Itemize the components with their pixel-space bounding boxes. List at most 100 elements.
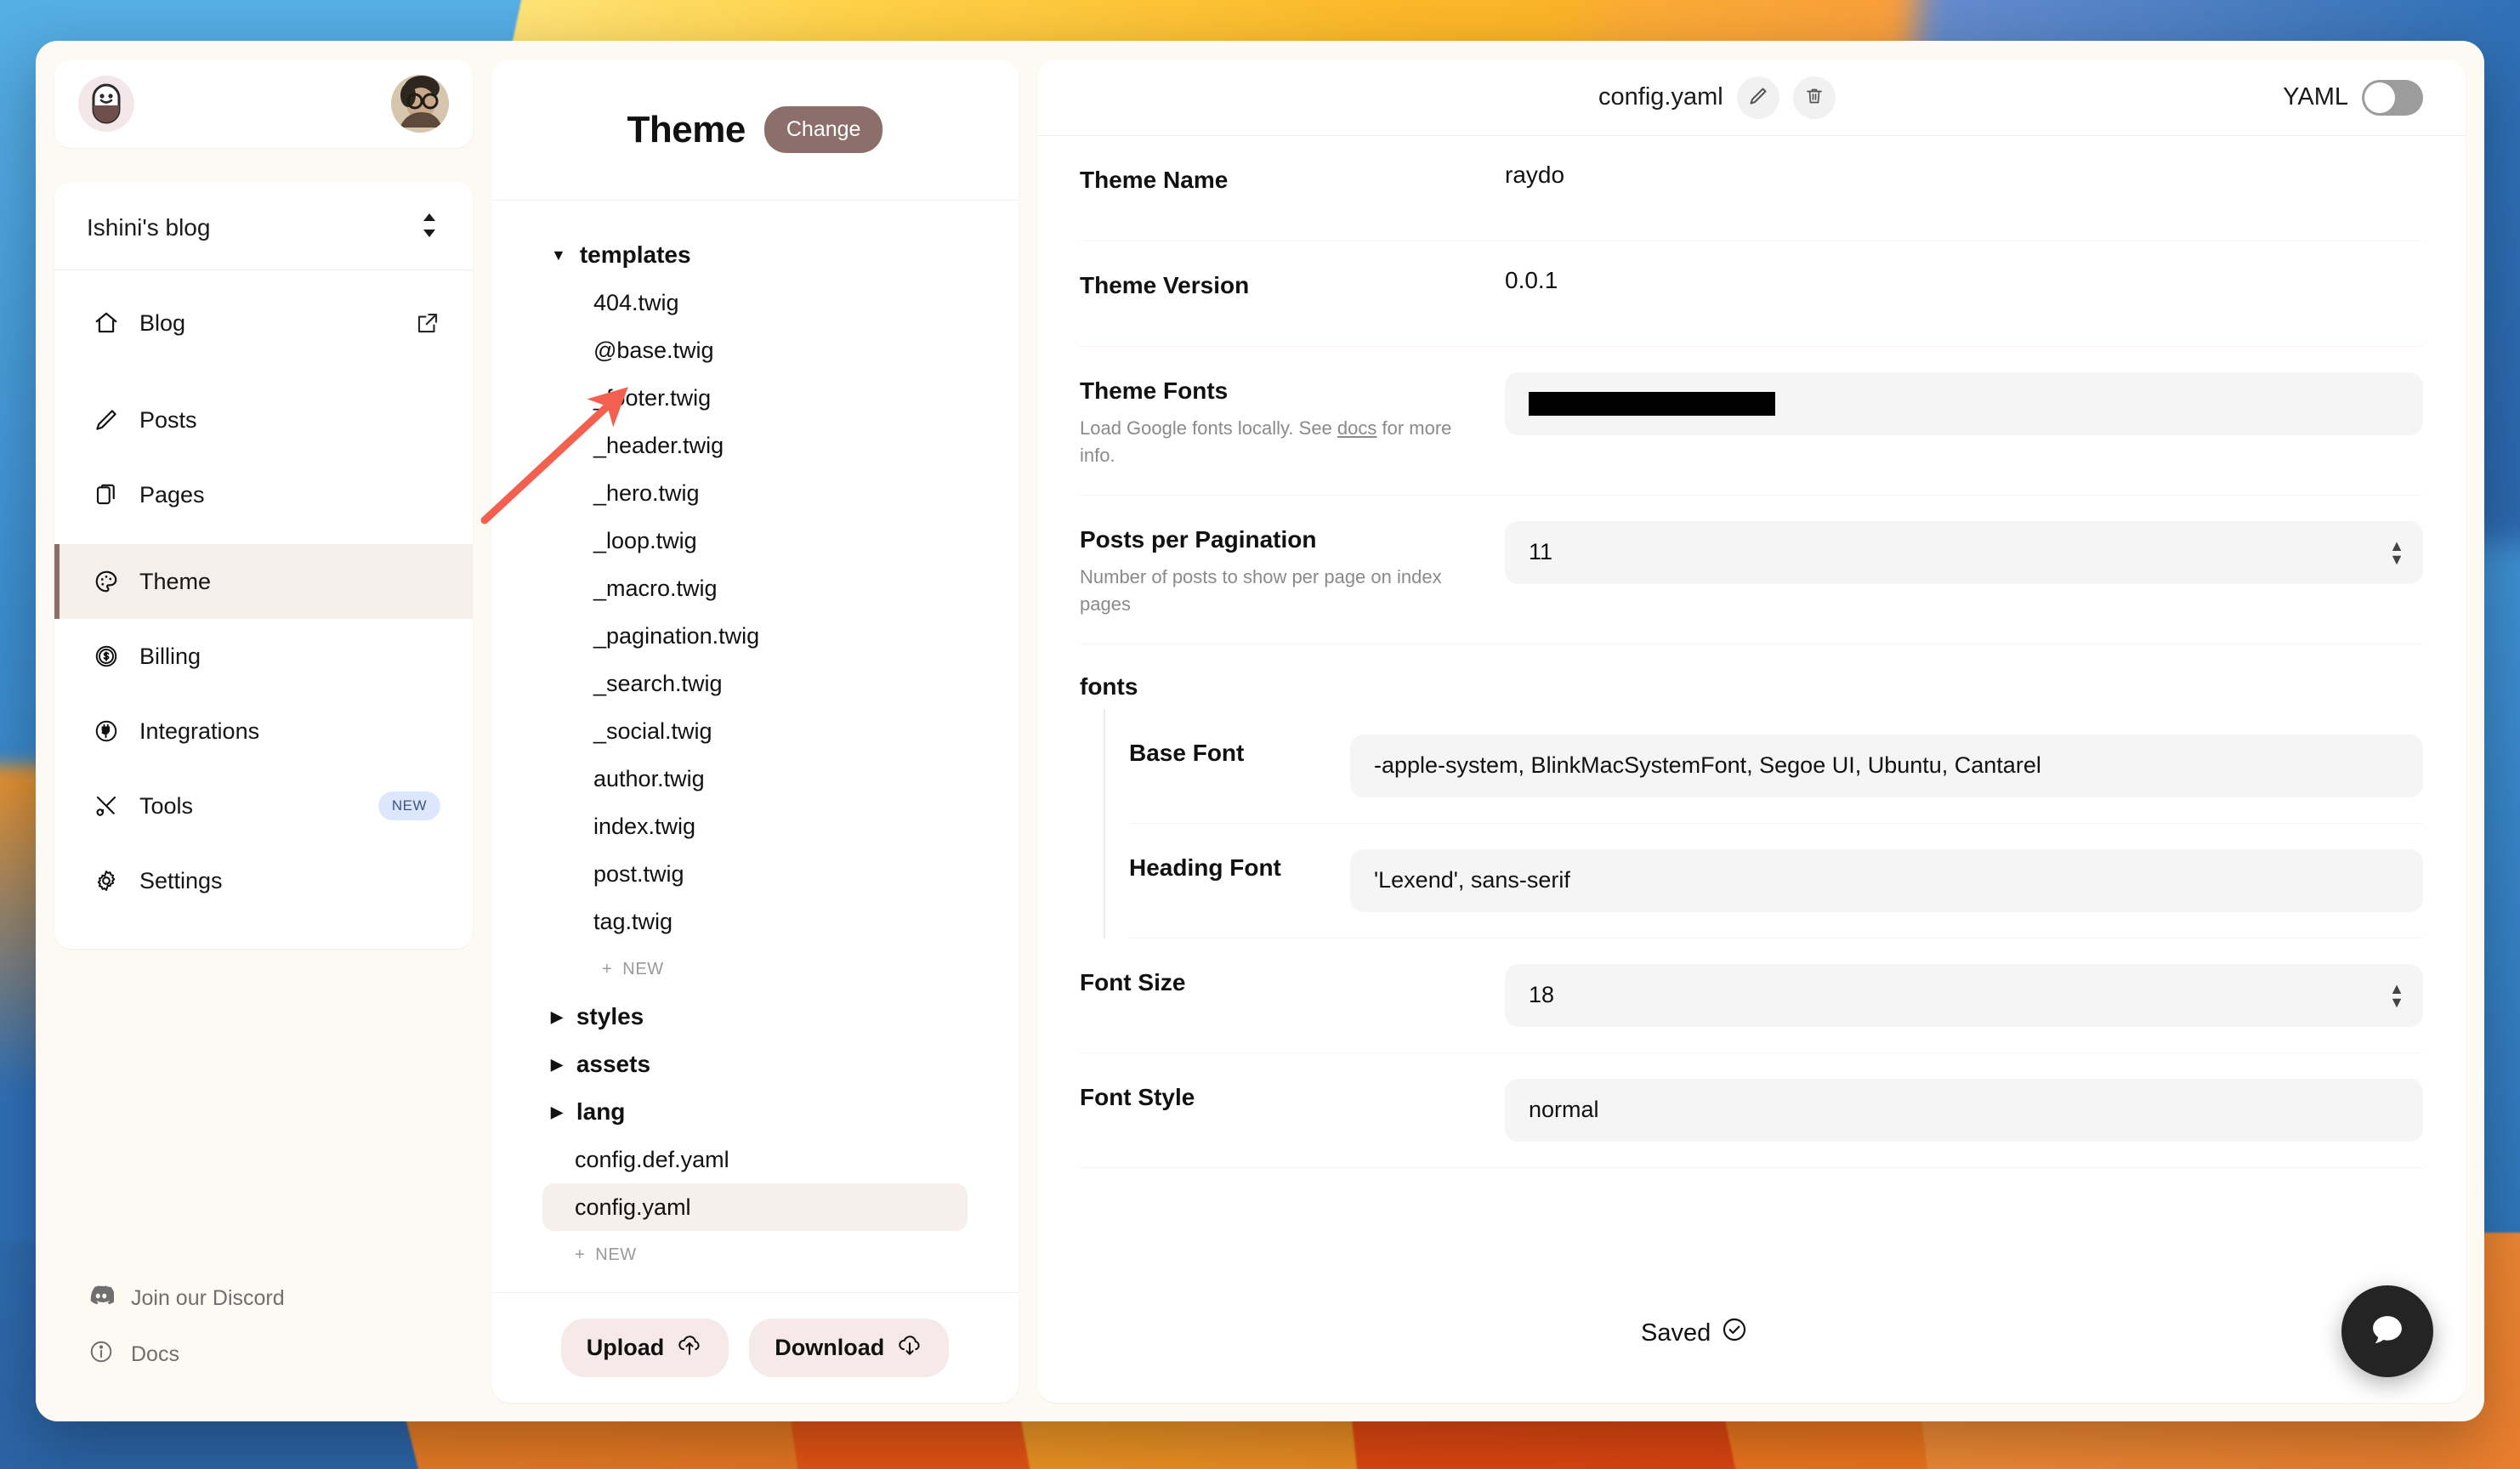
pencil-icon [92, 406, 121, 434]
saved-label: Saved [1641, 1319, 1711, 1347]
tree-file-hero[interactable]: _hero.twig [542, 469, 968, 517]
base-font-input[interactable]: -apple-system, BlinkMacSystemFont, Segoe… [1350, 734, 2423, 797]
caret-right-icon: ▶ [551, 1103, 563, 1120]
sidebar-item-pages[interactable]: Pages [54, 457, 473, 532]
sidebar-item-settings[interactable]: Settings [54, 843, 473, 918]
tree-file-tag[interactable]: tag.twig [542, 898, 968, 945]
yaml-mode-toggle[interactable] [2362, 79, 2423, 116]
yaml-toggle-label: YAML [2283, 83, 2348, 111]
footer-item-label: Join our Discord [131, 1285, 285, 1310]
tree-group-label: assets [576, 1051, 651, 1077]
rename-file-button[interactable] [1736, 76, 1779, 119]
field-row-font-style: Font Style normal [1080, 1053, 2423, 1168]
info-circle-icon [88, 1339, 114, 1370]
tree-file-config-yaml[interactable]: config.yaml [542, 1183, 968, 1231]
field-row-posts-per-pagination: Posts per Pagination Number of posts to … [1080, 496, 2423, 644]
sidebar-item-posts[interactable]: Posts [54, 383, 473, 457]
profile-card [54, 60, 473, 148]
status-badge-saved: Saved [1641, 1316, 1748, 1350]
field-value: 'Lexend', sans-serif [1374, 867, 1570, 893]
posts-per-pagination-stepper[interactable]: 11 ▲ ▼ [1505, 520, 2423, 584]
pencil-icon [1748, 86, 1768, 109]
sidebar-item-blog[interactable]: Blog [54, 286, 473, 360]
field-label: Font Size [1080, 968, 1186, 995]
new-template-button[interactable]: + NEW [491, 945, 1019, 993]
chat-support-button[interactable] [2341, 1285, 2433, 1377]
field-row-font-size: Font Size 18 ▲ ▼ [1080, 939, 2423, 1053]
pages-icon [92, 480, 121, 509]
tree-file-search[interactable]: _search.twig [542, 660, 968, 707]
tree-file-loop[interactable]: _loop.twig [542, 517, 968, 564]
blog-selector-label: Ishini's blog [87, 213, 211, 241]
sidebar-item-billing[interactable]: Billing [54, 619, 473, 694]
avatar[interactable] [391, 75, 449, 133]
blog-selector[interactable]: Ishini's blog [54, 182, 473, 270]
sidebar-item-tools[interactable]: Tools NEW [54, 769, 473, 843]
field-row-theme-version: Theme Version 0.0.1 [1080, 241, 2423, 347]
plus-icon: + [575, 1245, 586, 1264]
discord-icon [88, 1285, 116, 1312]
footer-item-label: Docs [131, 1341, 179, 1366]
check-circle-icon [1721, 1316, 1748, 1350]
field-row-theme-name: Theme Name raydo [1080, 136, 2423, 241]
change-theme-button[interactable]: Change [763, 106, 883, 153]
plug-icon [92, 717, 121, 746]
plus-icon: + [602, 959, 613, 978]
sidebar-item-label: Tools [139, 792, 194, 819]
external-link-icon[interactable] [415, 310, 440, 336]
font-size-stepper[interactable]: 18 ▲ ▼ [1505, 963, 2423, 1027]
tree-group-label: templates [579, 241, 691, 268]
new-label: NEW [595, 1245, 637, 1264]
tree-group-templates[interactable]: ▼ templates [491, 231, 1019, 279]
field-value: 0.0.1 [1505, 267, 1558, 293]
tree-group-label: lang [576, 1098, 626, 1125]
tree-group-assets[interactable]: ▶ assets [491, 1041, 1019, 1088]
field-description: Number of posts to show per page on inde… [1080, 565, 1442, 615]
tree-group-styles[interactable]: ▶ styles [491, 993, 1019, 1041]
footer-item-docs[interactable]: Docs [88, 1326, 473, 1382]
tree-file-macro[interactable]: _macro.twig [542, 564, 968, 612]
tree-file-index[interactable]: index.twig [542, 803, 968, 850]
theme-fonts-input[interactable] [1505, 372, 2423, 435]
field-row-base-font: Base Font -apple-system, BlinkMacSystemF… [1129, 709, 2423, 824]
home-icon [92, 309, 121, 337]
trash-icon [1804, 86, 1825, 109]
delete-file-button[interactable] [1792, 76, 1836, 119]
caret-down-icon: ▼ [551, 247, 566, 264]
heading-font-input[interactable]: 'Lexend', sans-serif [1350, 848, 2423, 912]
docs-link[interactable]: docs [1337, 417, 1376, 439]
tree-file-config-def-yaml[interactable]: config.def.yaml [542, 1136, 968, 1183]
open-file-name: config.yaml [1598, 83, 1723, 111]
tree-file-404[interactable]: 404.twig [542, 279, 968, 326]
palette-icon [92, 567, 121, 596]
sidebar-footer: Join our Discord Docs [54, 1270, 473, 1421]
app-window: Ishini's blog Blog Posts Pages Theme Bil… [36, 41, 2484, 1421]
pill-mascot-icon[interactable] [78, 76, 134, 132]
theme-file-panel: Theme Change ▼ templates 404.twig @base.… [491, 60, 1019, 1403]
tree-file-post[interactable]: post.twig [542, 850, 968, 898]
field-row-theme-fonts: Theme Fonts Load Google fonts locally. S… [1080, 347, 2423, 496]
tree-file-author[interactable]: author.twig [542, 755, 968, 803]
caret-right-icon: ▶ [551, 1008, 563, 1025]
theme-panel-header: Theme Change [491, 60, 1019, 201]
tree-file-base[interactable]: @base.twig [542, 326, 968, 374]
tree-file-social[interactable]: _social.twig [542, 707, 968, 755]
sidebar-item-theme[interactable]: Theme [54, 544, 473, 619]
sidebar-item-label: Integrations [139, 717, 260, 744]
stepper-arrows-icon[interactable]: ▲ ▼ [2389, 980, 2404, 1009]
chevron-updown-icon [420, 211, 439, 244]
stepper-arrows-icon[interactable]: ▲ ▼ [2389, 537, 2404, 566]
font-style-input[interactable]: normal [1505, 1078, 2423, 1142]
sidebar: Ishini's blog Blog Posts Pages Theme Bil… [36, 41, 491, 1421]
tree-group-lang[interactable]: ▶ lang [491, 1088, 1019, 1136]
footer-item-discord[interactable]: Join our Discord [88, 1270, 473, 1326]
tree-file-header[interactable]: _header.twig [542, 422, 968, 469]
gear-icon [92, 866, 121, 895]
new-file-button[interactable]: + NEW [491, 1231, 1019, 1279]
sidebar-item-integrations[interactable]: Integrations [54, 694, 473, 769]
tree-file-footer[interactable]: _footer.twig [542, 374, 968, 422]
field-value: 18 [1529, 982, 1555, 1008]
download-button[interactable]: Download [749, 1319, 950, 1377]
upload-button[interactable]: Upload [560, 1319, 729, 1377]
tree-file-pagination[interactable]: _pagination.twig [542, 612, 968, 660]
